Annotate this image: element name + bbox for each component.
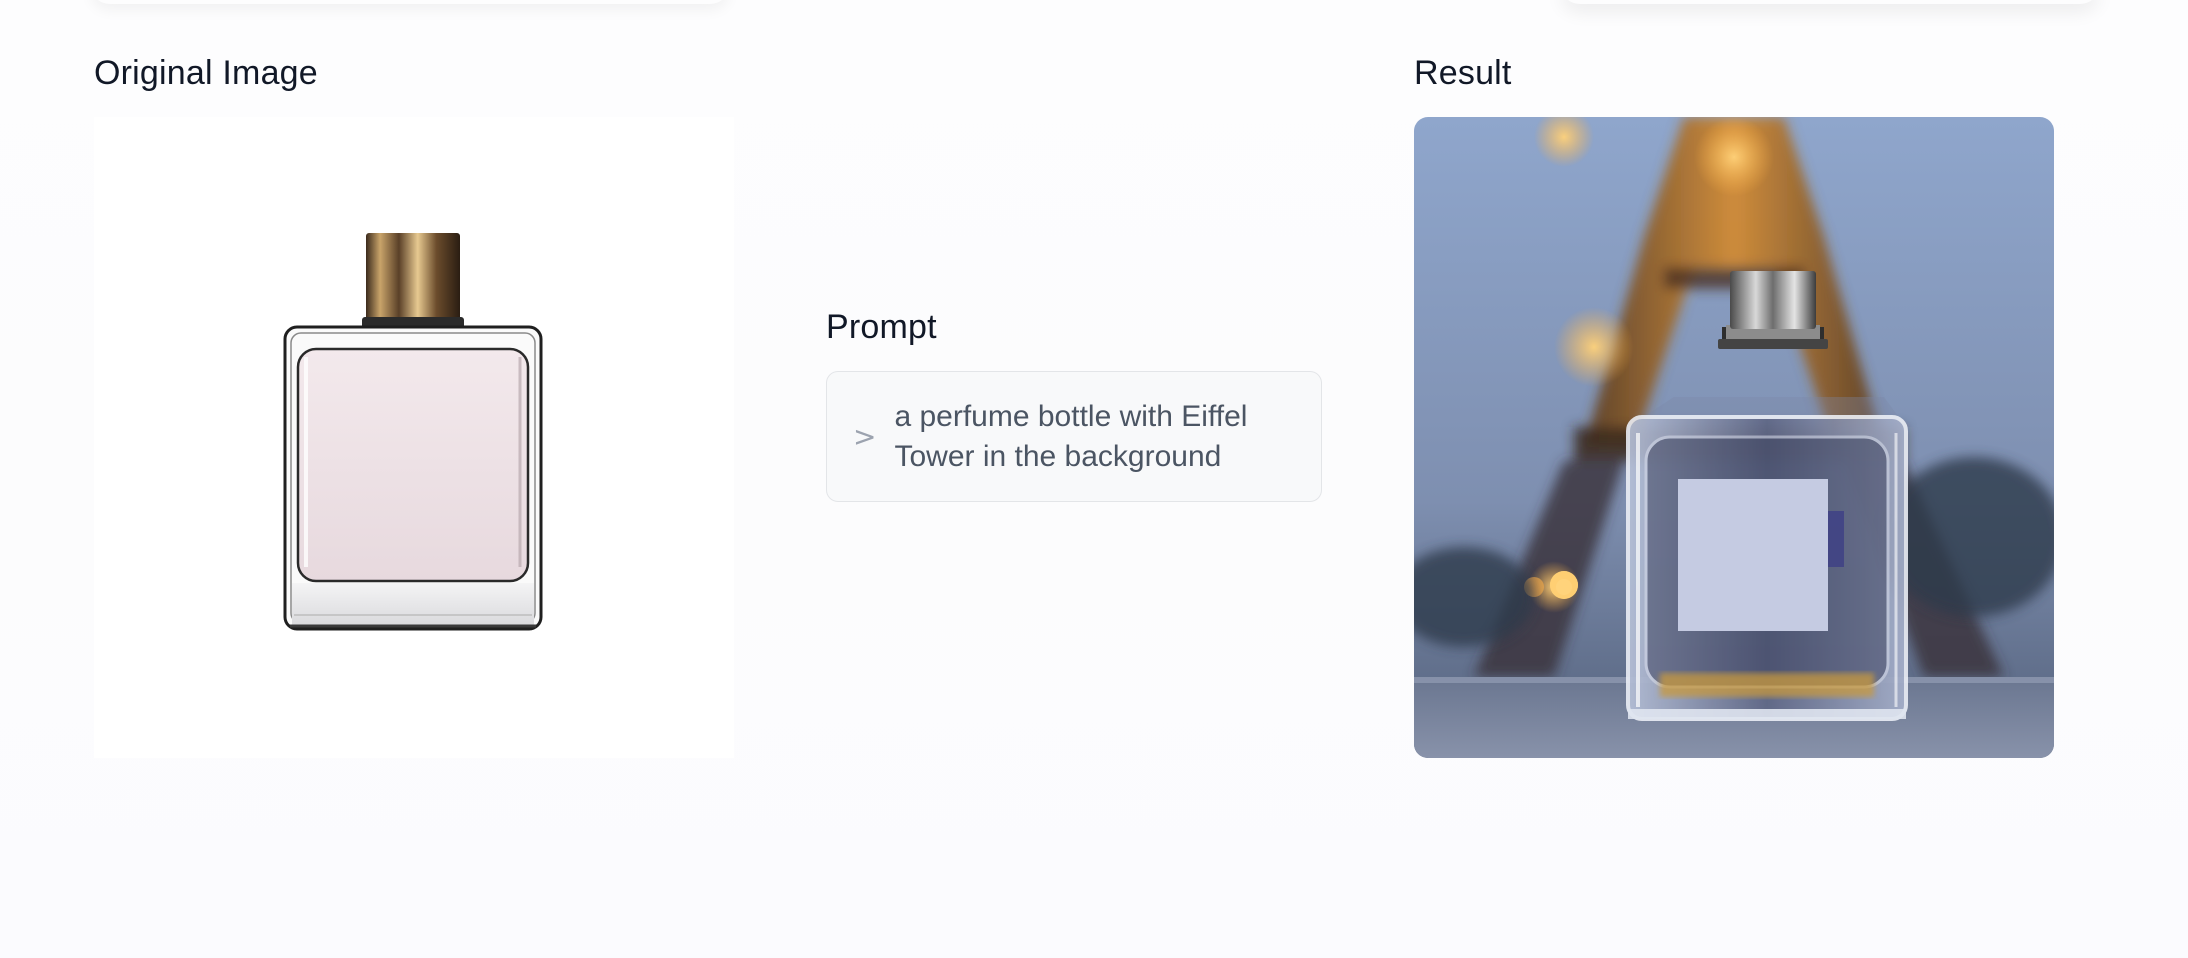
original-image-title: Original Image [94,54,318,92]
top-panel-edge-right [1560,0,2100,4]
original-image-card [94,117,734,758]
chevron-right-icon: > [853,419,877,453]
top-panel-edge-left [90,0,730,4]
result-image-card [1414,117,2054,758]
result-title: Result [1414,54,1512,92]
original-perfume-image [94,117,734,758]
result-perfume-eiffel-image [1414,117,2054,758]
prompt-box: > a perfume bottle with Eiffel Tower in … [826,371,1322,502]
prompt-title: Prompt [826,308,937,346]
prompt-text: a perfume bottle with Eiffel Tower in th… [894,399,1248,473]
